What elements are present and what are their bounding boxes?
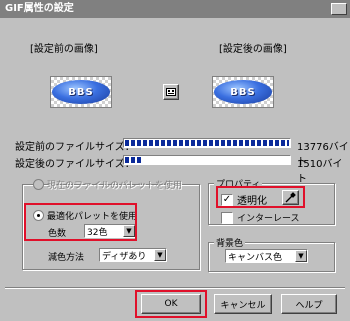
eyedropper-button[interactable] bbox=[282, 190, 299, 205]
after-filesize-fill bbox=[125, 157, 144, 163]
after-image-label: [設定後の画像] bbox=[219, 44, 287, 55]
after-image: BBS bbox=[212, 76, 274, 108]
optimized-palette-radio[interactable] bbox=[33, 210, 44, 221]
compare-icon bbox=[166, 88, 176, 96]
compare-button[interactable] bbox=[163, 84, 179, 100]
before-filesize-bar bbox=[123, 138, 291, 148]
interlace-label: インターレース bbox=[237, 214, 300, 224]
chevron-down-icon[interactable]: ▼ bbox=[154, 249, 166, 261]
background-group-label: 背景色 bbox=[214, 236, 246, 249]
reduction-method-select[interactable]: ディザあり ▼ bbox=[99, 248, 167, 262]
current-palette-radio[interactable] bbox=[33, 179, 44, 190]
colors-select[interactable]: 32色 ▼ bbox=[84, 224, 136, 238]
after-filesize-label: 設定後のファイルサイズ： bbox=[15, 159, 135, 170]
reduction-method-label: 減色方法 bbox=[48, 253, 85, 263]
current-palette-label: 現在のファイルのパレットを使用 bbox=[47, 181, 183, 191]
transparency-option[interactable]: ✓ 透明化 bbox=[221, 192, 267, 207]
after-filesize-value: 1510バイト bbox=[297, 159, 343, 185]
ok-button[interactable]: OK bbox=[141, 294, 201, 314]
reduction-method-value: ディザあり bbox=[102, 251, 147, 262]
colors-label: 色数 bbox=[48, 229, 67, 239]
divider bbox=[5, 287, 345, 289]
after-filesize-bar bbox=[123, 155, 291, 165]
before-image-logo: BBS bbox=[52, 80, 110, 104]
window-title: GIF属性の設定 bbox=[5, 3, 74, 14]
before-filesize-fill bbox=[125, 140, 289, 146]
colors-select-value: 32色 bbox=[87, 227, 108, 238]
after-image-logo: BBS bbox=[214, 80, 272, 104]
before-image-label: [設定前の画像] bbox=[30, 44, 98, 55]
before-filesize-label: 設定前のファイルサイズ： bbox=[15, 142, 135, 153]
transparency-checkbox[interactable]: ✓ bbox=[221, 193, 233, 206]
interlace-option[interactable]: インターレース bbox=[221, 211, 300, 224]
optimized-palette-option[interactable]: 最適化パレットを使用 bbox=[33, 209, 137, 222]
eyedropper-icon bbox=[285, 192, 296, 203]
before-image: BBS bbox=[50, 76, 112, 108]
optimized-palette-label: 最適化パレットを使用 bbox=[47, 212, 138, 222]
background-select[interactable]: キャンバス色 ▼ bbox=[225, 249, 308, 263]
chevron-down-icon[interactable]: ▼ bbox=[295, 250, 307, 262]
help-button[interactable]: ヘルプ bbox=[281, 294, 337, 314]
current-palette-option[interactable]: 現在のファイルのパレットを使用 bbox=[33, 178, 182, 191]
properties-group-label: プロパティ bbox=[214, 177, 263, 190]
interlace-checkbox[interactable] bbox=[221, 211, 233, 224]
transparency-label: 透明化 bbox=[237, 196, 267, 207]
chevron-down-icon[interactable]: ▼ bbox=[123, 225, 135, 237]
background-select-value: キャンバス色 bbox=[228, 252, 283, 263]
cancel-button[interactable]: キャンセル bbox=[214, 294, 272, 314]
title-bar: GIF属性の設定 bbox=[0, 0, 350, 18]
close-icon[interactable] bbox=[331, 3, 347, 15]
